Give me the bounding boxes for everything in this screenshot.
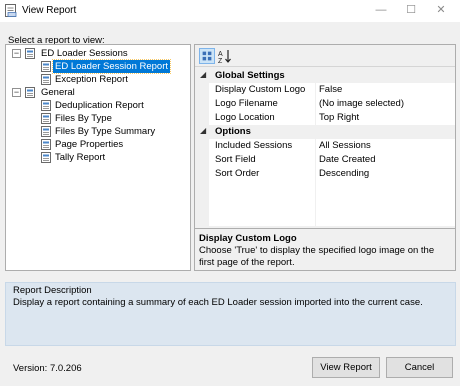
- version-label: Version: 7.0.206: [13, 363, 82, 374]
- report-icon: [41, 152, 51, 163]
- category-options[interactable]: ◢ Options: [195, 125, 455, 139]
- report-folder-icon: [25, 87, 35, 98]
- property-value[interactable]: (No image selected): [319, 98, 404, 109]
- property-row-sort-order[interactable]: Sort Order Descending: [195, 167, 455, 181]
- property-row-display-custom-logo[interactable]: Display Custom Logo False: [195, 83, 455, 97]
- report-description-box: Report Description Display a report cont…: [5, 282, 456, 346]
- property-help-pane: Display Custom Logo Choose 'True' to dis…: [195, 228, 455, 270]
- report-description-label: Report Description: [13, 285, 92, 296]
- report-icon: [41, 74, 51, 85]
- property-row-sort-field[interactable]: Sort Field Date Created: [195, 153, 455, 167]
- property-name: Sort Order: [215, 168, 260, 179]
- category-label: Options: [215, 126, 251, 137]
- tree-item-label: Exception Report: [55, 74, 128, 85]
- property-name: Sort Field: [215, 154, 256, 165]
- report-icon: [41, 61, 51, 72]
- property-value[interactable]: False: [319, 84, 342, 95]
- alphabetical-sort-icon[interactable]: A Z: [217, 48, 233, 64]
- categorized-view-icon[interactable]: [199, 48, 215, 64]
- report-icon: [41, 100, 51, 111]
- report-tree[interactable]: − ED Loader Sessions ED Loader Session R…: [5, 44, 191, 271]
- property-row-logo-filename[interactable]: Logo Filename (No image selected): [195, 97, 455, 111]
- collapse-toggle-general[interactable]: −: [12, 88, 21, 97]
- property-value[interactable]: Top Right: [319, 112, 359, 123]
- report-app-icon: [5, 4, 17, 17]
- property-value[interactable]: All Sessions: [319, 140, 371, 151]
- tree-item-label: Page Properties: [55, 139, 124, 150]
- property-name: Included Sessions: [215, 140, 293, 151]
- property-name: Display Custom Logo: [215, 84, 306, 95]
- view-report-button[interactable]: View Report: [312, 357, 380, 378]
- property-panel: A Z ◢ Global Settings Display Custom Log…: [194, 44, 456, 271]
- report-icon: [41, 126, 51, 137]
- property-value[interactable]: Date Created: [319, 154, 376, 165]
- window-title: View Report: [22, 5, 77, 16]
- report-folder-icon: [25, 48, 35, 59]
- property-grid[interactable]: ◢ Global Settings Display Custom Logo Fa…: [195, 69, 455, 226]
- property-value[interactable]: Descending: [319, 168, 369, 179]
- tree-item-label: Tally Report: [55, 152, 106, 163]
- tree-group-label: ED Loader Sessions: [41, 48, 128, 59]
- category-collapse-icon[interactable]: ◢: [200, 126, 208, 135]
- category-label: Global Settings: [215, 70, 285, 81]
- svg-text:Z: Z: [218, 58, 223, 64]
- tree-item-label: ED Loader Session Report: [51, 59, 172, 74]
- tree-item-label: Deduplication Report: [55, 100, 144, 111]
- property-row-included-sessions[interactable]: Included Sessions All Sessions: [195, 139, 455, 153]
- maximize-button[interactable]: ☐: [396, 0, 426, 22]
- property-name: Logo Location: [215, 112, 275, 123]
- report-icon: [41, 139, 51, 150]
- close-button[interactable]: ✕: [426, 0, 456, 22]
- collapse-toggle-ed-loader-sessions[interactable]: −: [12, 49, 21, 58]
- report-icon: [41, 113, 51, 124]
- tree-item-label: Files By Type Summary: [55, 126, 156, 137]
- svg-text:A: A: [218, 51, 223, 58]
- property-name: Logo Filename: [215, 98, 278, 109]
- cancel-button[interactable]: Cancel: [386, 357, 453, 378]
- help-title: Display Custom Logo: [199, 233, 297, 244]
- property-row-logo-location[interactable]: Logo Location Top Right: [195, 111, 455, 125]
- title-bar: View Report — ☐ ✕: [0, 0, 460, 22]
- minimize-button[interactable]: —: [366, 0, 396, 22]
- tree-group-label: General: [41, 87, 75, 98]
- category-global-settings[interactable]: ◢ Global Settings: [195, 69, 455, 83]
- category-collapse-icon[interactable]: ◢: [200, 70, 208, 79]
- help-text: Choose 'True' to display the specified l…: [199, 245, 435, 268]
- property-toolbar: A Z: [195, 45, 455, 67]
- tree-item-label: Files By Type: [55, 113, 112, 124]
- report-description-text: Display a report containing a summary of…: [13, 297, 423, 308]
